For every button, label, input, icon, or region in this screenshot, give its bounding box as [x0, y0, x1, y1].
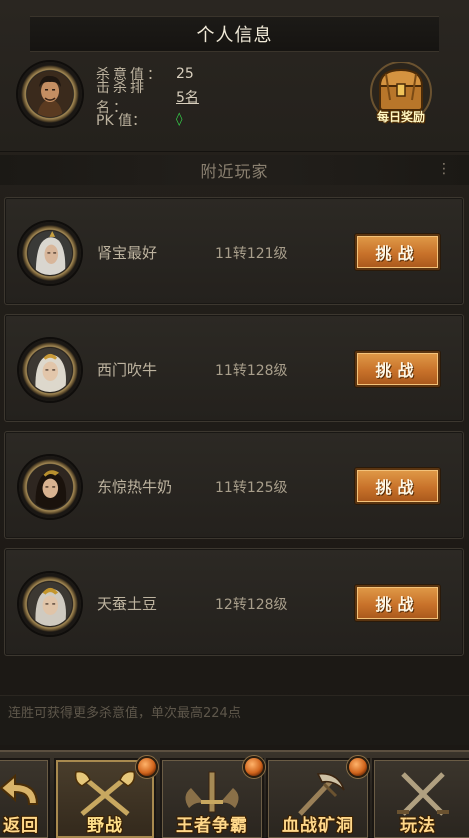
kill-intent-value: 25 — [176, 65, 194, 82]
nav-label: 野战 — [87, 816, 123, 836]
personal-info-panel: 个人信息 杀意值： 25 击杀排名： 5名 PK 值： ◊ 每日奖励 — [0, 0, 469, 152]
warrior-portrait-icon — [26, 70, 74, 118]
white-hair-warrior-portrait-icon — [27, 230, 73, 276]
title-bar: 个人信息 — [30, 16, 439, 52]
more-options-icon[interactable]: ⋮ — [437, 161, 451, 177]
challenge-button[interactable]: 挑战 — [355, 234, 440, 270]
player-card: 肾宝最好 11转121级 挑战 — [4, 197, 464, 305]
stat-kill-rank: 击杀排名： 5名 — [96, 80, 199, 116]
pk-screen: 个人信息 杀意值： 25 击杀排名： 5名 PK 值： ◊ 每日奖励 附近玩家 … — [0, 0, 469, 838]
bottom-nav: 返回 野战 王者争霸 血战矿洞 玩法 — [0, 750, 469, 838]
female-warrior-portrait-icon — [27, 347, 73, 393]
nav-gameplay[interactable]: 玩法 — [372, 758, 469, 838]
player-level: 11转125级 — [215, 480, 288, 496]
player-avatar[interactable] — [19, 573, 81, 635]
player-card: 东惊热牛奶 11转125级 挑战 — [4, 431, 464, 539]
daily-reward-label[interactable]: 每日奖励 — [364, 108, 438, 125]
player-card: 西门吹牛 11转128级 挑战 — [4, 314, 464, 422]
player-level: 12转128级 — [215, 597, 288, 613]
notification-orb-icon — [347, 756, 369, 778]
dark-hair-female-portrait-icon — [27, 464, 73, 510]
player-name: 西门吹牛 — [97, 361, 158, 379]
nav-label: 血战矿洞 — [282, 816, 354, 836]
player-avatar[interactable] — [19, 339, 81, 401]
challenge-button[interactable]: 挑战 — [355, 351, 440, 387]
pk-diamond-icon: ◊ — [176, 112, 183, 127]
page-title: 个人信息 — [196, 25, 273, 46]
stats-list: 杀意值： 25 击杀排名： 5名 PK 值： ◊ — [96, 62, 199, 131]
challenge-button[interactable]: 挑战 — [355, 585, 440, 621]
player-avatar[interactable] — [19, 456, 81, 518]
nav-label: 王者争霸 — [176, 816, 248, 836]
my-avatar[interactable] — [18, 62, 82, 126]
back-arrow-icon — [0, 773, 41, 814]
nav-label: 返回 — [3, 816, 39, 836]
tip-bar: 连胜可获得更多杀意值，单次最高224点 — [0, 695, 469, 745]
female-warrior-portrait-icon — [27, 581, 73, 627]
nearby-players-title: 附近玩家 — [200, 162, 269, 181]
nearby-players-header: 附近玩家 ⋮ — [0, 155, 469, 185]
notification-orb-icon — [136, 756, 158, 778]
stat-pk: PK 值： ◊ — [96, 108, 199, 131]
player-name: 东惊热牛奶 — [97, 478, 173, 496]
stat-label: PK 值： — [96, 112, 147, 129]
nav-back-button[interactable]: 返回 — [0, 758, 50, 838]
player-name: 肾宝最好 — [97, 244, 158, 262]
player-level: 11转121级 — [215, 246, 288, 262]
nav-label: 玩法 — [400, 816, 436, 836]
player-card: 天蚕土豆 12转128级 挑战 — [4, 548, 464, 656]
player-level: 11转128级 — [215, 363, 288, 379]
player-name: 天蚕土豆 — [97, 595, 158, 613]
kill-rank-value[interactable]: 5名 — [176, 87, 199, 107]
player-avatar[interactable] — [19, 222, 81, 284]
challenge-button[interactable]: 挑战 — [355, 468, 440, 504]
notification-orb-icon — [243, 756, 265, 778]
tip-text: 连胜可获得更多杀意值，单次最高224点 — [8, 706, 241, 721]
